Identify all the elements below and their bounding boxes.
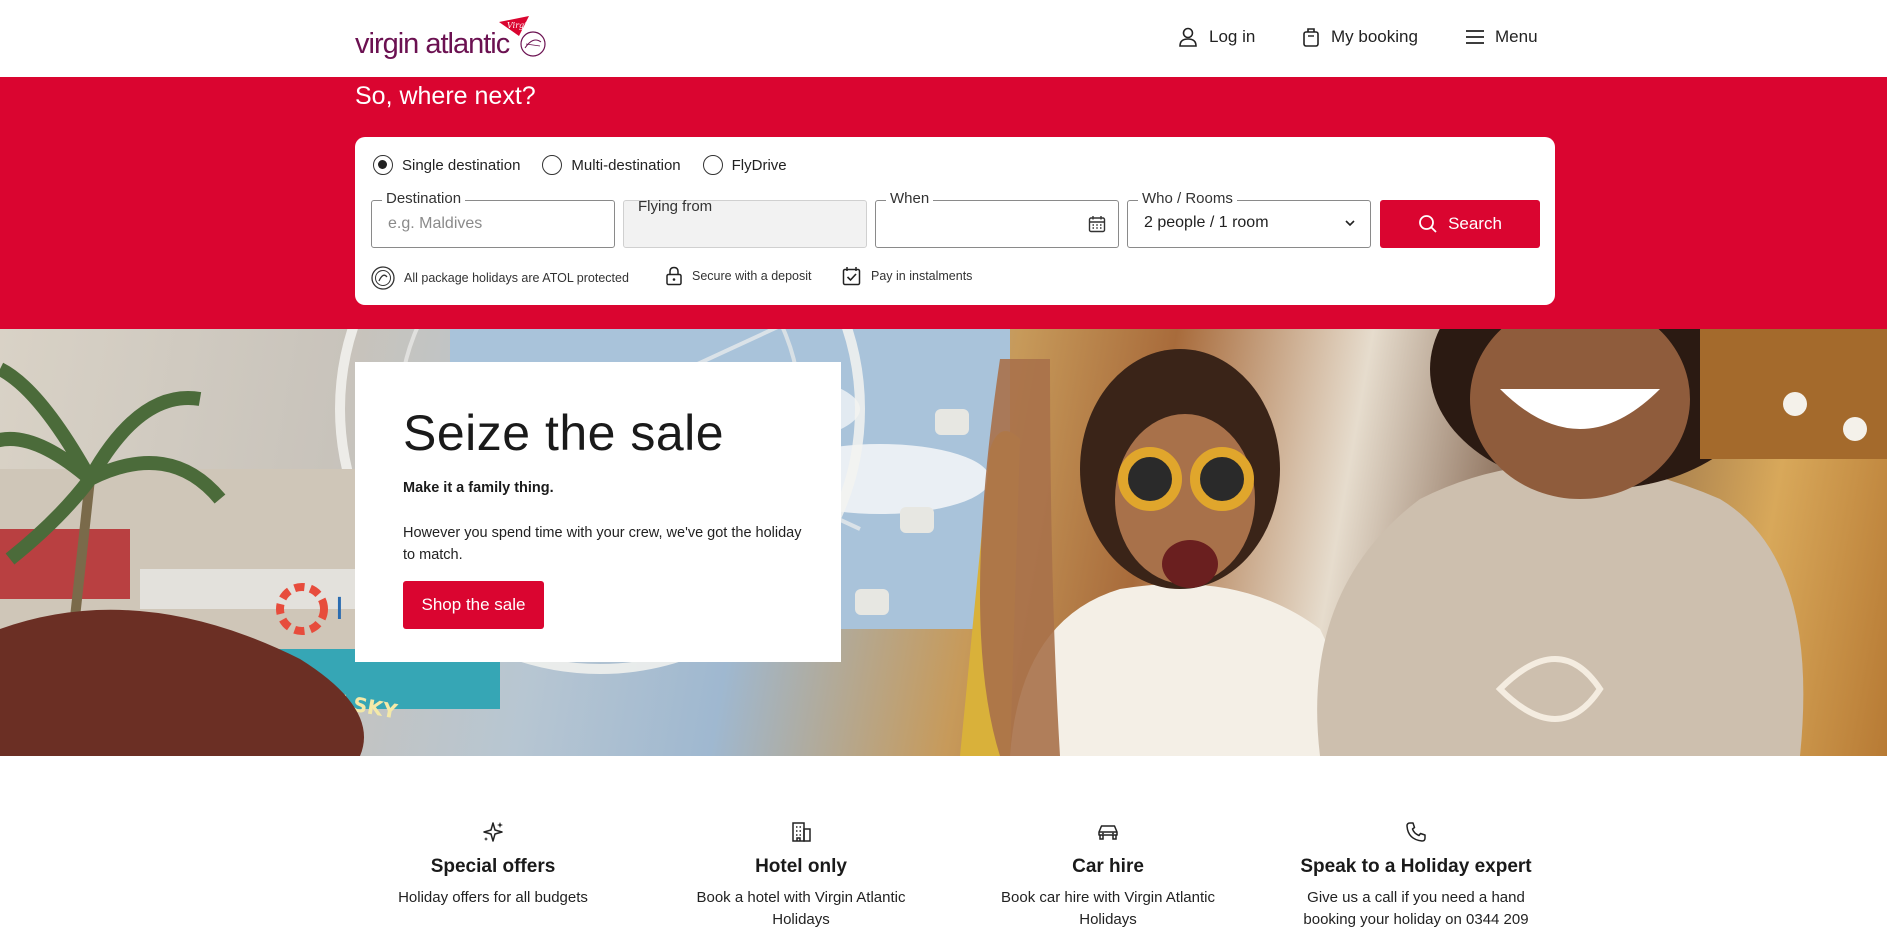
feature-desc: Book a hotel with Virgin Atlantic Holida…: [696, 889, 906, 928]
radio-multi-destination[interactable]: Multi-destination: [542, 155, 681, 175]
phone-icon: [1406, 822, 1426, 842]
feature-title: Hotel only: [755, 856, 847, 877]
who-rooms-label: Who / Rooms: [1138, 190, 1237, 207]
atol-assurance: All package holidays are ATOL protected: [371, 266, 629, 290]
instalments-text: Pay in instalments: [871, 269, 973, 283]
instalments-assurance: Pay in instalments: [842, 266, 972, 286]
svg-text:Virgin: Virgin: [507, 21, 532, 30]
feature-title: Car hire: [1072, 856, 1144, 877]
radio-dot[interactable]: [702, 155, 723, 175]
shop-the-sale-button[interactable]: Shop the sale: [403, 581, 544, 629]
login-link[interactable]: Log in: [1177, 22, 1255, 52]
feature-holiday-expert[interactable]: Speak to a Holiday expert Give us a call…: [1266, 820, 1566, 931]
trip-type-options: Single destination Multi-destination Fly…: [373, 155, 809, 175]
search-button-label: Search: [1448, 214, 1502, 233]
destination-label: Destination: [382, 190, 466, 207]
site-header: virgin atlantic Virgin Log in My booking…: [0, 0, 1887, 77]
radio-single-destination[interactable]: Single destination: [373, 155, 520, 175]
feature-hotel-only[interactable]: Hotel only Book a hotel with Virgin Atla…: [651, 820, 951, 931]
login-label: Log in: [1209, 27, 1256, 46]
search-button[interactable]: Search: [1380, 200, 1540, 248]
who-rooms-value: 2 people / 1 room: [1144, 214, 1269, 231]
when-label: When: [886, 190, 934, 207]
hamburger-icon: [1466, 30, 1484, 44]
hero-photo-illustration: OWN THE SKY I: [0, 329, 1887, 756]
calendar-check-icon: [842, 267, 861, 286]
holiday-search-form: Single destination Multi-destination Fly…: [355, 137, 1555, 305]
deposit-text: Secure with a deposit: [692, 269, 812, 283]
radio-flydrive[interactable]: FlyDrive: [702, 155, 787, 175]
promo-title: Seize the sale: [403, 405, 725, 461]
search-title: So, where next?: [355, 82, 536, 110]
virgin-atlantic-logo[interactable]: virgin atlantic Virgin: [355, 16, 555, 60]
lock-icon: [666, 266, 682, 286]
feature-desc: Book car hire with Virgin Atlantic Holid…: [1001, 889, 1215, 928]
when-date-field[interactable]: When: [875, 190, 1119, 248]
my-booking-link[interactable]: My booking: [1301, 22, 1418, 52]
my-booking-label: My booking: [1331, 27, 1418, 46]
feature-desc: Give us a call if you need a hand bookin…: [1303, 889, 1529, 928]
flying-from-field[interactable]: Flying from: [623, 198, 867, 248]
flying-from-label: Flying from: [638, 198, 713, 215]
deposit-assurance: Secure with a deposit: [665, 266, 812, 286]
atol-icon: [371, 266, 395, 290]
promo-body: However you spend time with your crew, w…: [403, 525, 802, 563]
chevron-down-icon: [1345, 220, 1355, 227]
feature-title: Special offers: [430, 856, 556, 877]
radio-label: Multi-destination: [571, 156, 681, 174]
feature-special-offers[interactable]: Special offers Holiday offers for all bu…: [343, 820, 643, 909]
car-icon: [1098, 825, 1118, 840]
hero-photo: OWN THE SKY I: [0, 329, 1887, 756]
destination-placeholder: e.g. Maldives: [388, 215, 483, 232]
calendar-icon[interactable]: [1088, 215, 1106, 233]
destination-field[interactable]: Destination e.g. Maldives: [371, 190, 615, 248]
virgin-flag-icon: Virgin: [499, 16, 546, 57]
search-icon: [1419, 215, 1437, 233]
sale-promo-card: Seize the sale Make it a family thing. H…: [355, 362, 841, 662]
radio-label: Single destination: [402, 156, 521, 174]
feature-title: Speak to a Holiday expert: [1300, 856, 1532, 877]
radio-label: FlyDrive: [731, 156, 787, 174]
bag-icon: [1303, 28, 1319, 47]
sparkles-icon: [483, 822, 503, 842]
feature-desc: Holiday offers for all budgets: [398, 889, 588, 906]
menu-label: Menu: [1495, 27, 1538, 46]
logo-text: virgin atlantic: [355, 28, 510, 60]
promo-subtitle: Make it a family thing.: [403, 480, 554, 496]
radio-dot[interactable]: [373, 155, 393, 175]
atol-text: All package holidays are ATOL protected: [404, 271, 629, 285]
radio-dot[interactable]: [542, 155, 563, 175]
feature-car-hire[interactable]: Car hire Book car hire with Virgin Atlan…: [958, 820, 1258, 931]
who-rooms-select[interactable]: Who / Rooms 2 people / 1 room: [1127, 190, 1371, 248]
user-icon: [1179, 27, 1197, 47]
hotel-icon: [792, 822, 811, 842]
menu-button[interactable]: Menu: [1465, 22, 1538, 52]
svg-text:I: I: [335, 592, 344, 627]
